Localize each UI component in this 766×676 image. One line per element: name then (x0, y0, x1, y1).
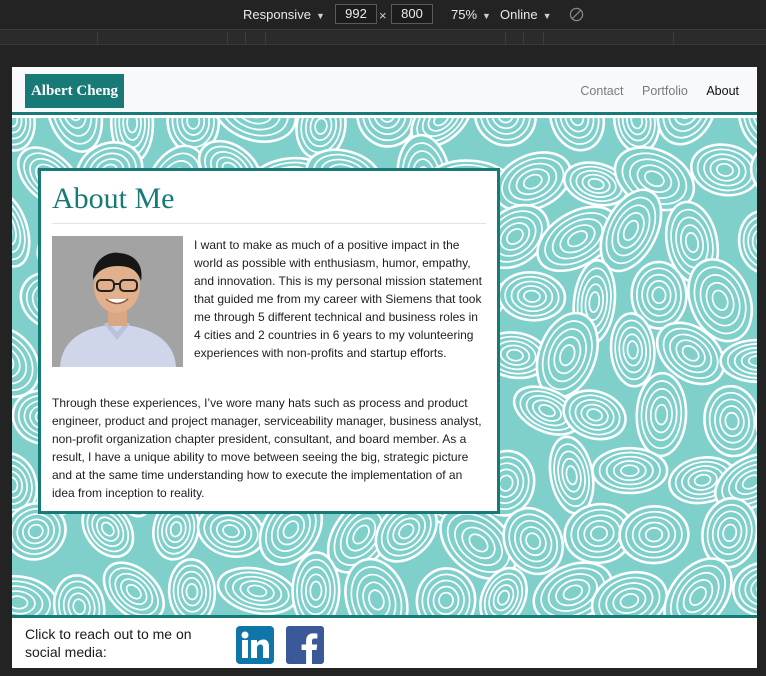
about-paragraph-1: I want to make as much of a positive imp… (194, 238, 482, 360)
nav-contact[interactable]: Contact (580, 84, 623, 98)
zoom-label: 75% (451, 7, 478, 22)
device-label: Responsive (243, 7, 311, 22)
zoom-select[interactable]: 75% ▼ (451, 0, 491, 29)
title-divider (52, 223, 486, 224)
brand-logo[interactable]: Albert Cheng (25, 74, 124, 108)
caret-down-icon: ▼ (482, 11, 491, 21)
about-card: About Me I want to make as much of a pos… (38, 168, 500, 514)
page-viewport: Albert Cheng Contact Portfolio About Abo… (12, 67, 757, 668)
footer: Click to reach out to me on social media… (12, 615, 757, 668)
device-select[interactable]: Responsive ▼ (243, 0, 325, 29)
profile-photo (52, 236, 183, 367)
navbar: Albert Cheng Contact Portfolio About (12, 67, 757, 115)
page-title: About Me (52, 182, 175, 215)
rotate-icon[interactable] (569, 7, 584, 22)
nav-about[interactable]: About (706, 84, 739, 98)
caret-down-icon: ▼ (315, 11, 325, 21)
caret-down-icon: ▼ (542, 11, 552, 21)
network-select[interactable]: Online ▼ (500, 0, 552, 29)
about-paragraph-2: Through these experiences, I’ve wore man… (52, 396, 482, 500)
nav-portfolio[interactable]: Portfolio (642, 84, 688, 98)
footer-text: Click to reach out to me on social media… (25, 626, 192, 660)
nav-links: Contact Portfolio About (565, 67, 739, 115)
facebook-icon[interactable] (286, 626, 324, 664)
devtools-ruler (0, 29, 766, 45)
network-label: Online (500, 7, 538, 22)
viewport-height-input[interactable]: 800 (391, 4, 433, 24)
dimension-separator-icon: × (379, 8, 387, 23)
viewport-width-input[interactable]: 992 (335, 4, 377, 24)
devtools-toolbar: Responsive ▼ 992 × 800 75% ▼ Online ▼ (0, 0, 766, 29)
linkedin-icon[interactable] (236, 626, 274, 664)
